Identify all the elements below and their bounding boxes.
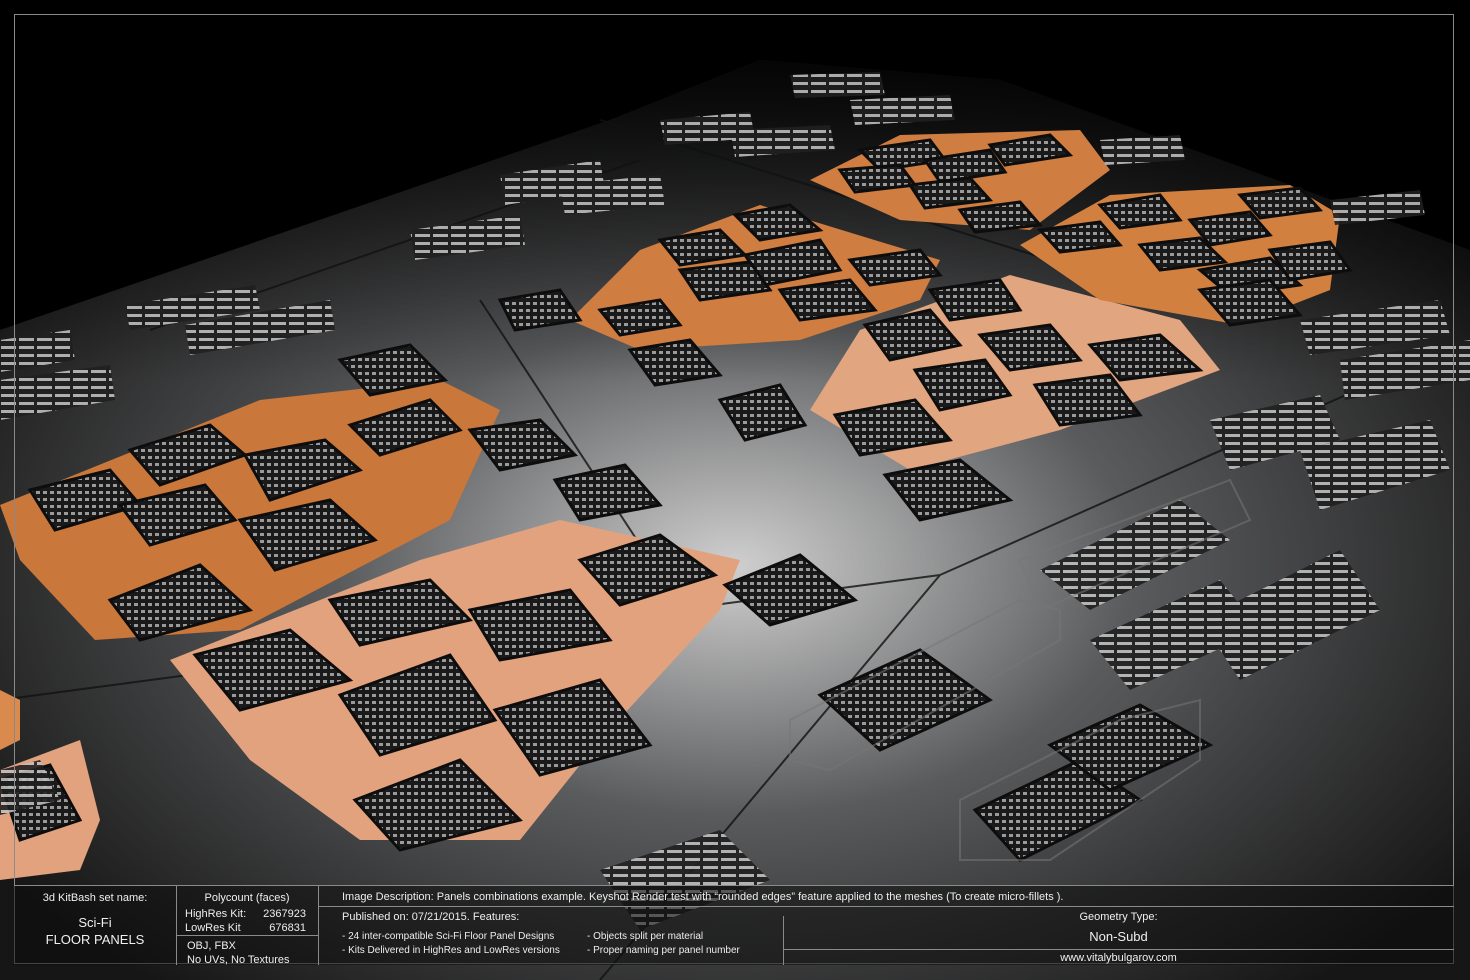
kit-set-label: 3d KitBash set name: (42, 892, 148, 904)
feature-item: - Kits Delivered in HighRes and LowRes v… (342, 945, 560, 956)
published-date: Published on: 07/21/2015. Features: (342, 911, 520, 923)
website-link[interactable]: www.vitalybulgarov.com (783, 952, 1454, 964)
geometry-label: Geometry Type: (1079, 911, 1158, 923)
formats: OBJ, FBX (187, 940, 236, 952)
highres-value: 2367923 (263, 908, 306, 920)
lowres-value: 676831 (269, 922, 306, 934)
divider (318, 886, 319, 965)
highres-label: HighRes Kit: (185, 908, 247, 920)
kit-name-line2: FLOOR PANELS (45, 932, 145, 947)
feature-item: - 24 inter-compatible Sci-Fi Floor Panel… (342, 931, 555, 942)
divider (318, 906, 1454, 907)
lowres-label: LowRes Kit (185, 922, 241, 934)
feature-item: - Objects split per material (587, 931, 704, 942)
divider (783, 949, 1454, 950)
info-bar: 3d KitBash set name: Sci-Fi FLOOR PANELS… (14, 885, 1454, 966)
geometry-value: Non-Subd (1089, 929, 1148, 944)
uv-note: No UVs, No Textures (187, 954, 290, 966)
feature-item: - Proper naming per panel number (587, 945, 740, 956)
kit-name-line1: Sci-Fi (78, 915, 112, 930)
outer-frame (14, 14, 1454, 964)
image-description: Image Description: Panels combinations e… (342, 891, 1064, 903)
divider (176, 935, 318, 936)
polycount-title: Polycount (faces) (204, 892, 290, 904)
